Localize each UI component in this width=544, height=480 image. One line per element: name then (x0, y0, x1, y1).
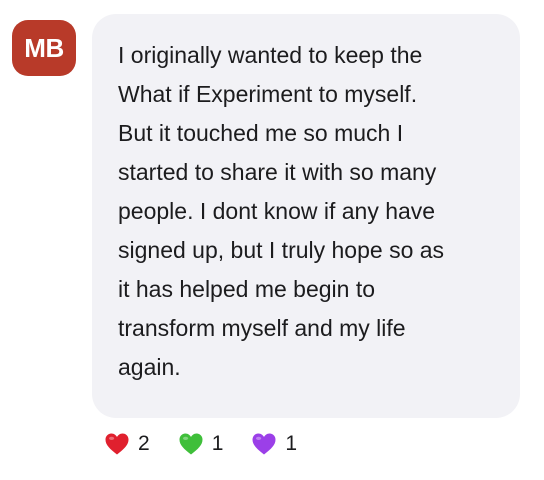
message-bubble: I originally wanted to keep the What if … (92, 14, 520, 418)
reaction-count: 1 (211, 432, 224, 455)
green-heart-icon (179, 433, 203, 455)
reaction-count: 2 (138, 432, 150, 455)
red-heart-icon (105, 433, 129, 455)
avatar-initials: MB (24, 32, 64, 63)
reaction-count: 1 (285, 432, 298, 455)
reaction-red-heart[interactable]: 2 (104, 432, 150, 456)
reaction-purple-heart[interactable]: 1 (251, 432, 297, 456)
reaction-green-heart[interactable]: 1 (178, 432, 224, 456)
message-text: I originally wanted to keep the What if … (118, 42, 445, 380)
avatar[interactable]: MB (12, 20, 76, 76)
reactions-bar: 2 1 1 (104, 426, 325, 462)
purple-heart-icon (252, 433, 276, 455)
